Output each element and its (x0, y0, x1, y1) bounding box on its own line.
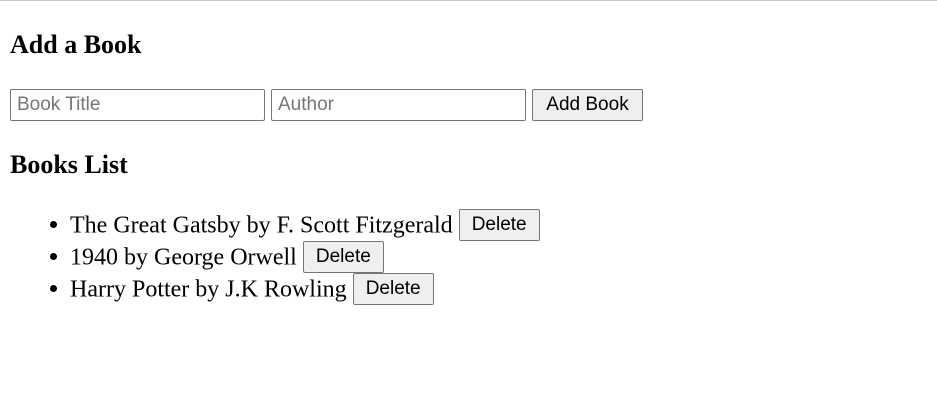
book-list-item: Harry Potter by J.K RowlingDelete (70, 272, 540, 306)
book-entry-text: Harry Potter by J.K Rowling (70, 276, 347, 303)
author-input[interactable] (271, 89, 526, 121)
delete-book-button[interactable]: Delete (352, 273, 434, 306)
books-list: The Great Gatsby by F. Scott FitzgeraldD… (10, 208, 540, 306)
book-list-item: The Great Gatsby by F. Scott FitzgeraldD… (70, 208, 540, 242)
book-entry-text: 1940 by George Orwell (70, 244, 297, 271)
books-list-heading: Books List (10, 150, 128, 179)
add-book-button[interactable]: Add Book (532, 89, 643, 121)
book-title-input[interactable] (10, 89, 265, 121)
delete-book-button[interactable]: Delete (458, 209, 540, 242)
add-book-heading: Add a Book (10, 30, 142, 59)
delete-book-button[interactable]: Delete (302, 241, 384, 274)
top-divider (0, 0, 937, 1)
add-book-form: Add Book (10, 89, 643, 121)
book-entry-text: The Great Gatsby by F. Scott Fitzgerald (70, 212, 453, 239)
book-list-item: 1940 by George OrwellDelete (70, 240, 540, 274)
